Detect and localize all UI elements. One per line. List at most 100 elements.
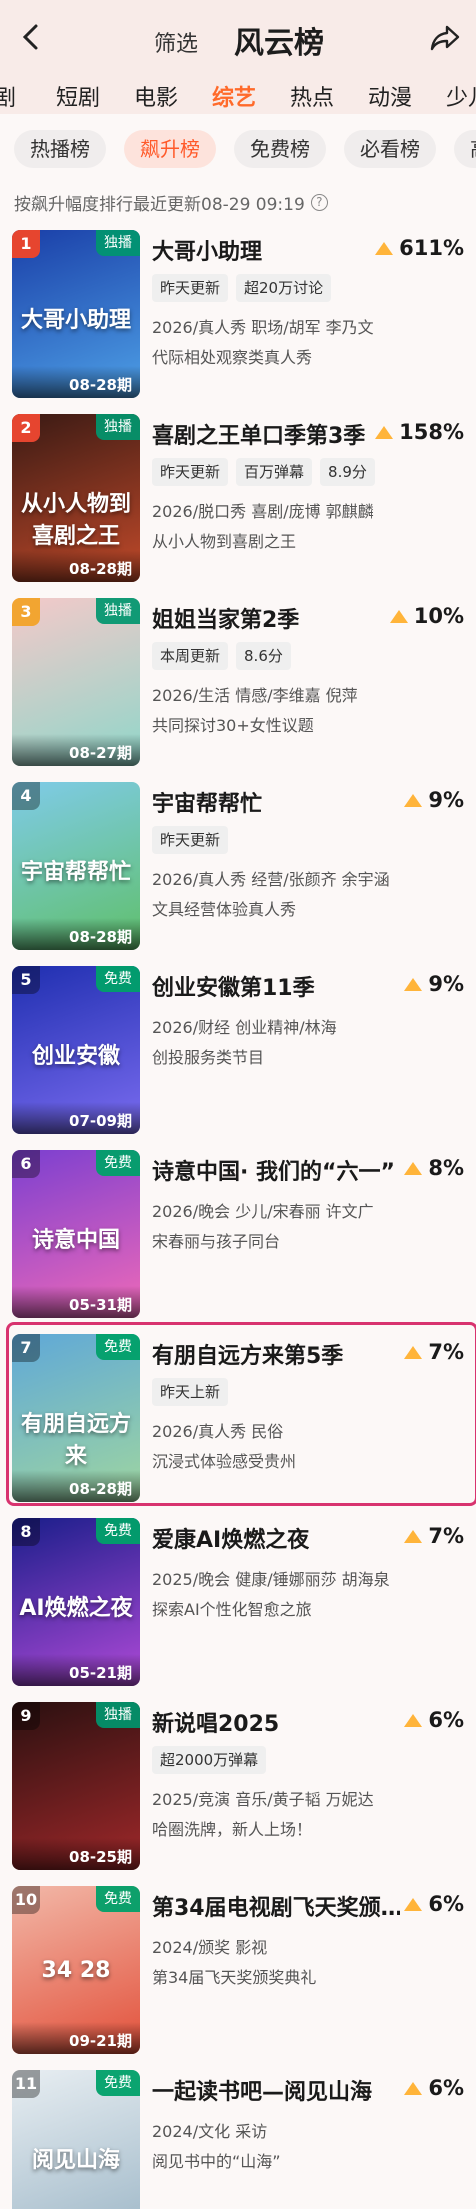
page-title: 风云榜 [234,26,324,61]
tag: 超20万讨论 [236,274,332,302]
show-title[interactable]: 宇宙帮帮忙 [152,786,262,818]
list-item[interactable]: 34 28 10 免费 09-21期 第34届电视剧飞天奖颁… 6% 2024/… [0,1882,476,2066]
category-short-drama[interactable]: 短剧 [56,80,100,112]
exclusive-badge: 免费 [96,966,140,992]
poster-title-art: 34 28 [41,1958,111,1983]
tag-row: 昨天上新 [152,1378,229,1406]
rise-value: 7% [404,1340,464,1364]
show-title[interactable]: 诗意中国· 我们的“六一” [152,1154,394,1186]
list-item[interactable]: 从小人物到喜剧之王 2 独播 08-28期 喜剧之王单口季第3季 158% 昨天… [0,410,476,594]
tab-more[interactable]: 高 [454,130,476,168]
exclusive-badge: 免费 [96,2070,140,2096]
tag: 昨天更新 [152,274,229,302]
show-description: 宋春丽与孩子同台 [152,1232,281,1251]
poster-image[interactable]: 诗意中国 6 免费 05-31期 [12,1150,140,1318]
show-meta: 2026/真人秀 经营/张颜齐 余宇涵 [152,870,390,889]
up-arrow-icon [404,1345,423,1359]
tab-rising[interactable]: 飙升榜 [124,130,216,168]
poster-image[interactable]: 创业安徽 5 免费 07-09期 [12,966,140,1134]
up-arrow-icon [389,609,408,623]
poster-image[interactable]: 34 28 10 免费 09-21期 [12,1886,140,2054]
back-button[interactable] [14,20,48,54]
list-item[interactable]: 3 独播 08-27期 姐姐当家第2季 10% 本周更新 8.6分 2026/生活… [0,594,476,778]
poster-image[interactable]: 大哥小助理 1 独播 08-28期 [12,230,140,398]
rank-badge: 5 [12,966,40,994]
show-meta: 2024/颁奖 影视 [152,1938,268,1957]
poster-title-art: 大哥小助理 [20,308,131,333]
poster-image[interactable]: 3 独播 08-27期 [12,598,140,766]
tag-row: 本周更新 8.6分 [152,642,291,670]
filter-link[interactable]: 筛选 [154,26,198,58]
tag: 本周更新 [152,642,229,670]
rank-badge: 10 [12,1886,40,1914]
tab-free[interactable]: 免费榜 [234,130,326,168]
category-hot[interactable]: 热点 [290,80,334,112]
show-title[interactable]: 爱康AI焕燃之夜 [152,1522,309,1554]
rise-value: 9% [404,972,464,996]
update-note-text: 按飙升幅度排行最近更新08-29 09:19 [14,195,305,215]
list-item[interactable]: 有朋自远方来 7 免费 08-28期 有朋自远方来第5季 7% 昨天上新 202… [0,1322,476,1514]
exclusive-badge: 独播 [96,598,140,624]
exclusive-badge: 独播 [96,230,140,256]
rise-percent: 10% [413,604,464,628]
rank-badge: 1 [12,230,40,258]
rise-percent: 9% [428,788,464,812]
list-item[interactable]: 9 独播 08-25期 新说唱2025 6% 超2000万弹幕 2025/竞演 … [0,1698,476,1882]
category-movie[interactable]: 电影 [134,80,178,112]
exclusive-badge: 免费 [96,1334,140,1360]
share-button[interactable] [428,21,462,55]
tab-must-watch[interactable]: 必看榜 [344,130,436,168]
show-title[interactable]: 大哥小助理 [152,234,262,266]
poster-image[interactable]: AI焕燃之夜 8 免费 05-21期 [12,1518,140,1686]
poster-title-art: 诗意中国 [31,1228,120,1253]
show-title[interactable]: 一起读书吧—阅见山海 [152,2074,372,2106]
up-arrow-icon [404,1897,423,1911]
exclusive-badge: 免费 [96,1886,140,1912]
list-item[interactable]: 阅见山海 11 免费 一起读书吧—阅见山海 6% 2024/文化 采访 阅见书中… [0,2066,476,2209]
exclusive-badge: 独播 [96,1702,140,1728]
poster-image[interactable]: 9 独播 08-25期 [12,1702,140,1870]
list-item[interactable]: 大哥小助理 1 独播 08-28期 大哥小助理 611% 昨天更新 超20万讨论 … [0,226,476,410]
poster-title-art: 从小人物到喜剧之王 [20,492,131,549]
list-item[interactable]: 宇宙帮帮忙 4 08-28期 宇宙帮帮忙 9% 昨天更新 2026/真人秀 经营… [0,778,476,962]
up-arrow-icon [404,2081,423,2095]
list-item[interactable]: 诗意中国 6 免费 05-31期 诗意中国· 我们的“六一” 8% 2026/晚… [0,1146,476,1330]
category-anime[interactable]: 动漫 [368,80,412,112]
episode-period: 08-28期 [12,550,140,582]
show-title[interactable]: 创业安徽第11季 [152,970,315,1002]
info-icon[interactable]: ? [310,194,328,211]
rank-badge: 8 [12,1518,40,1546]
show-description: 探索AI个性化智愈之旅 [152,1600,312,1619]
rise-value: 6% [404,2076,464,2100]
category-variety[interactable]: 综艺 [212,80,256,112]
category-kids[interactable]: 少儿 [446,80,476,112]
show-title[interactable]: 有朋自远方来第5季 [152,1338,343,1370]
category-drama[interactable]: 剧 [0,80,16,112]
list-item[interactable]: AI焕燃之夜 8 免费 05-21期 爱康AI焕燃之夜 7% 2025/晚会 健… [0,1514,476,1698]
rank-badge: 6 [12,1150,40,1178]
tab-hot[interactable]: 热播榜 [14,130,106,168]
exclusive-badge: 免费 [96,1150,140,1176]
rise-value: 7% [404,1524,464,1548]
show-title[interactable]: 姐姐当家第2季 [152,602,299,634]
rise-percent: 6% [428,2076,464,2100]
show-description: 哈圈洗牌，新人上场！ [152,1820,313,1839]
tag: 百万弹幕 [236,458,313,486]
show-title[interactable]: 第34届电视剧飞天奖颁… [152,1890,400,1922]
episode-period: 05-31期 [12,1286,140,1318]
list-item[interactable]: 创业安徽 5 免费 07-09期 创业安徽第11季 9% 2026/财经 创业精… [0,962,476,1146]
rank-badge: 7 [12,1334,40,1362]
show-title[interactable]: 喜剧之王单口季第3季 [152,418,365,450]
poster-image[interactable]: 阅见山海 11 免费 [12,2070,140,2209]
show-title[interactable]: 新说唱2025 [152,1706,279,1738]
rise-value: 10% [389,604,464,628]
rise-value: 158% [375,420,464,444]
up-arrow-icon [404,977,423,991]
episode-period: 08-27期 [12,734,140,766]
poster-image[interactable]: 宇宙帮帮忙 4 08-28期 [12,782,140,950]
poster-image[interactable]: 有朋自远方来 7 免费 08-28期 [12,1334,140,1502]
show-meta: 2026/真人秀 职场/胡军 李乃文 [152,318,374,337]
show-description: 沉浸式体验感受贵州 [152,1452,297,1471]
up-arrow-icon [404,1161,423,1175]
poster-image[interactable]: 从小人物到喜剧之王 2 独播 08-28期 [12,414,140,582]
